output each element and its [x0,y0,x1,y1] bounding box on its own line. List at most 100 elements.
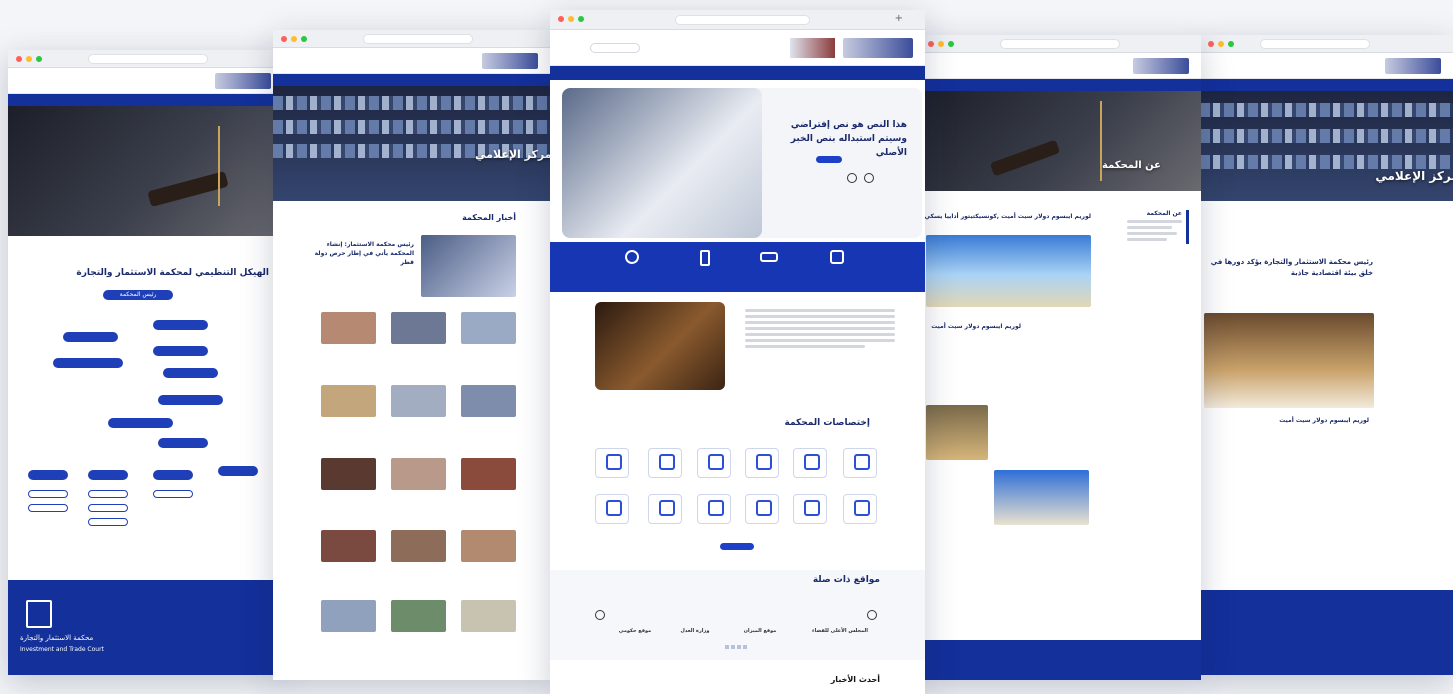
news-thumb[interactable] [461,530,516,562]
specialization-card[interactable] [595,494,629,524]
specialization-card[interactable] [697,494,731,524]
news-thumb[interactable] [461,385,516,417]
specialization-card[interactable] [648,448,682,478]
article-image [1204,313,1374,408]
search-input[interactable] [590,43,640,53]
page-org-structure: الهيكل التنظيمي لمحكمة الاستثمار والتجار… [8,50,283,675]
window-controls[interactable] [281,36,307,42]
showcase-canvas: { "main": { "hero_heading": "هذا النص هو… [0,0,1453,694]
news-thumb[interactable] [321,600,376,632]
specialization-card[interactable] [793,494,827,524]
site-footer: محكمة الاستثمار والتجارة Investment and … [8,580,283,675]
news-thumb[interactable] [321,458,376,490]
carousel-dots[interactable] [725,645,749,649]
org-node[interactable] [53,358,123,368]
news-thumb[interactable] [391,530,446,562]
carousel-next-icon[interactable] [867,610,877,620]
org-node[interactable] [108,418,173,428]
lead-news-image[interactable] [421,235,516,297]
address-bar[interactable] [363,34,473,44]
org-node[interactable] [63,332,118,342]
main-nav[interactable] [273,74,550,86]
window-controls[interactable] [558,16,584,22]
news-thumb[interactable] [461,458,516,490]
read-more-button[interactable] [816,156,842,163]
carousel-prev-icon[interactable] [595,610,605,620]
specialization-card[interactable] [745,448,779,478]
window-controls[interactable] [16,56,42,62]
address-bar[interactable] [88,54,208,64]
news-thumb[interactable] [391,458,446,490]
site-header [8,68,283,94]
services-band [550,242,925,292]
org-node[interactable] [88,470,128,480]
service-icon[interactable] [700,250,710,266]
news-thumb[interactable] [321,385,376,417]
org-leaf[interactable] [88,490,128,498]
news-thumb[interactable] [391,600,446,632]
news-thumb[interactable] [391,312,446,344]
org-leaf[interactable] [88,504,128,512]
main-nav[interactable] [8,94,283,106]
hero-slider[interactable]: هذا النص هو نص إفتراضي وسيتم استبداله بن… [562,88,922,238]
specialization-card[interactable] [745,494,779,524]
org-node[interactable] [153,320,208,330]
main-nav[interactable] [550,66,925,80]
news-thumb[interactable] [461,312,516,344]
related-site-label[interactable]: وزارة العدل [670,628,720,634]
org-node[interactable] [218,466,258,476]
window-controls[interactable] [1208,41,1234,47]
specialization-card[interactable] [595,448,629,478]
window-controls[interactable] [928,41,954,47]
service-icon[interactable] [830,250,844,264]
news-thumb[interactable] [461,600,516,632]
main-nav[interactable] [920,79,1201,91]
org-node[interactable] [158,395,223,405]
news-thumb[interactable] [321,530,376,562]
handshake-icon[interactable] [760,252,778,262]
related-sites-title: مواقع ذات صلة [812,575,880,585]
news-thumb[interactable] [391,385,446,417]
address-bar[interactable] [1000,39,1120,49]
related-site-label[interactable]: موقع الميزان [735,628,785,634]
org-node[interactable] [153,470,193,480]
related-site-label[interactable]: موقع حكومي [610,628,660,634]
lead-news-headline[interactable]: رئيس محكمة الاستثمار: إنشاء المحكمة يأتي… [314,240,414,267]
org-leaf[interactable] [28,490,68,498]
slider-next-icon[interactable] [847,173,857,183]
page-about-court: عن المحكمة لوريم ايبسوم دولار سيت أميت ,… [920,35,1201,680]
address-bar[interactable] [1260,39,1370,49]
org-leaf[interactable] [153,490,193,498]
slider-prev-icon[interactable] [864,173,874,183]
main-nav[interactable] [1200,79,1453,91]
news-thumb[interactable] [321,312,376,344]
specialization-card[interactable] [843,494,877,524]
news-section-title: أخبار المحكمة [462,213,516,222]
service-icon[interactable] [625,250,639,264]
about-side-nav[interactable]: عن المحكمة [1127,210,1189,244]
specialization-card[interactable] [697,448,731,478]
more-specializations-button[interactable] [720,543,754,550]
specialization-card[interactable] [648,494,682,524]
gavel-icon [147,170,229,208]
court-logo-icon [1385,58,1441,74]
org-node[interactable] [158,438,208,448]
site-header [550,30,925,66]
about-text [745,306,895,351]
hero-image [562,88,762,238]
article-headline: رئيس محكمة الاستثمار والتجارة يؤكد دورها… [1210,258,1373,277]
site-header [1200,53,1453,79]
specialization-card[interactable] [793,448,827,478]
address-bar[interactable] [675,15,810,25]
specialization-card[interactable] [843,448,877,478]
related-site-label[interactable]: المجلس الأعلى للقضاء [805,628,875,634]
browser-chrome [1200,35,1453,53]
add-tab-icon[interactable]: + [895,13,903,24]
org-node[interactable] [163,368,218,378]
org-node[interactable] [28,470,68,480]
about-image-2 [926,405,988,460]
org-root-node[interactable]: رئيس المحكمة [103,290,173,300]
org-leaf[interactable] [28,504,68,512]
org-node[interactable] [153,346,208,356]
org-leaf[interactable] [88,518,128,526]
